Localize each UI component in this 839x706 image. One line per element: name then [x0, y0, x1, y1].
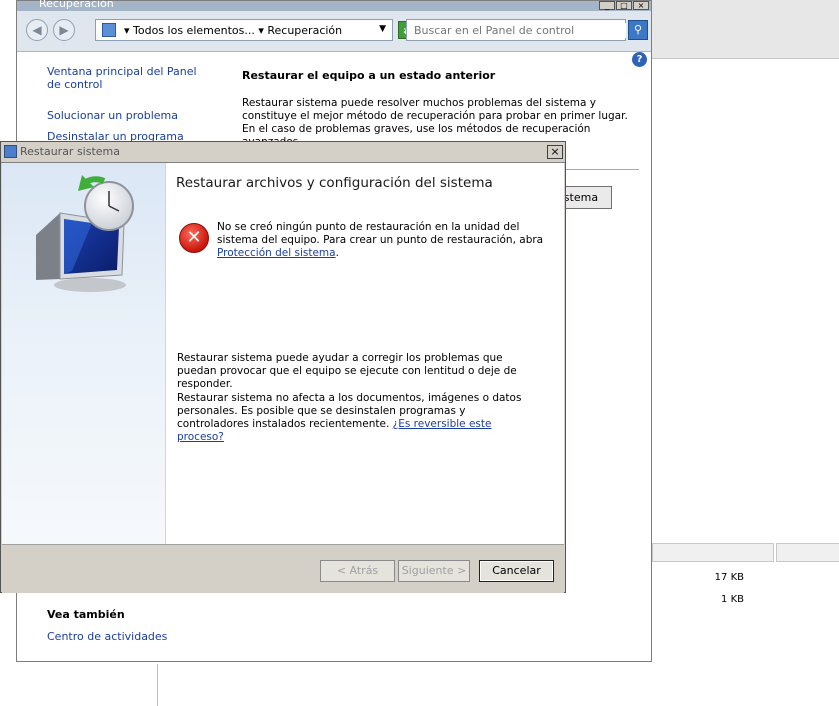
search-input[interactable]	[412, 23, 626, 38]
chevron-down-icon[interactable]: ▼	[379, 24, 386, 34]
dialog-content: Restaurar archivos y configuración del s…	[166, 163, 564, 544]
link-troubleshoot[interactable]: Solucionar un problema	[47, 109, 178, 122]
maximize-button[interactable]: □	[616, 1, 632, 10]
link-control-panel-home[interactable]: Ventana principal del Panel de control	[47, 65, 207, 91]
file-size: 17 KB	[714, 572, 744, 583]
background-explorer-window: 17 KB 1 KB	[640, 0, 839, 706]
error-icon: ✕	[179, 223, 209, 253]
background-divider	[157, 664, 158, 706]
info-paragraph-1: Restaurar sistema puede ayudar a corregi…	[177, 352, 517, 390]
help-icon[interactable]: ?	[632, 52, 647, 67]
system-protection-link[interactable]: Protección del sistema	[217, 247, 336, 259]
close-icon[interactable]: ×	[547, 145, 563, 159]
info-paragraph-2: Restaurar sistema no afecta a los docume…	[177, 392, 527, 444]
dialog-sidebar	[2, 163, 166, 544]
system-restore-dialog: Restaurar sistema × Restaurar archivos y…	[0, 141, 566, 593]
section-heading: Restaurar el equipo a un estado anterior	[242, 69, 496, 82]
explorer-column-header[interactable]	[652, 543, 774, 562]
minimize-button[interactable]: _	[599, 1, 615, 10]
window-title: Recuperación	[39, 0, 114, 10]
dialog-title: Restaurar sistema	[20, 145, 121, 158]
control-panel-icon	[102, 23, 116, 37]
title-bar: Recuperación _ □ ×	[17, 0, 651, 11]
dialog-footer: < Atrás Siguiente > Cancelar	[2, 544, 564, 593]
address-bar[interactable]: ▾ Todos los elementos... ▾ Recuperación …	[95, 19, 393, 41]
next-button[interactable]: Siguiente >	[398, 560, 470, 582]
error-message: No se creó ningún punto de restauración …	[217, 221, 547, 260]
see-also-heading: Vea también	[47, 608, 125, 621]
address-path: ▾ Todos los elementos... ▾ Recuperación	[124, 24, 343, 37]
error-message-text: No se creó ningún punto de restauración …	[217, 221, 544, 246]
monitor-clock-icon	[36, 175, 134, 292]
dialog-title-bar: Restaurar sistema ×	[1, 142, 565, 163]
back-button[interactable]: < Atrás	[320, 560, 395, 582]
navigation-bar: ◀ ▶ ▾ Todos los elementos... ▾ Recuperac…	[17, 11, 651, 52]
dialog-heading: Restaurar archivos y configuración del s…	[176, 175, 493, 191]
period: .	[335, 247, 339, 259]
explorer-toolbar	[640, 0, 839, 59]
search-icon[interactable]: ⚲	[628, 20, 648, 40]
file-size: 1 KB	[721, 594, 744, 605]
link-action-center[interactable]: Centro de actividades	[47, 630, 167, 643]
cancel-button[interactable]: Cancelar	[479, 560, 554, 582]
forward-arrow-icon[interactable]: ▶	[53, 19, 75, 41]
close-button[interactable]: ×	[633, 1, 649, 10]
system-restore-icon	[4, 145, 17, 158]
explorer-column-header[interactable]	[776, 543, 839, 562]
search-box[interactable]	[406, 19, 626, 41]
back-arrow-icon[interactable]: ◀	[26, 19, 48, 41]
